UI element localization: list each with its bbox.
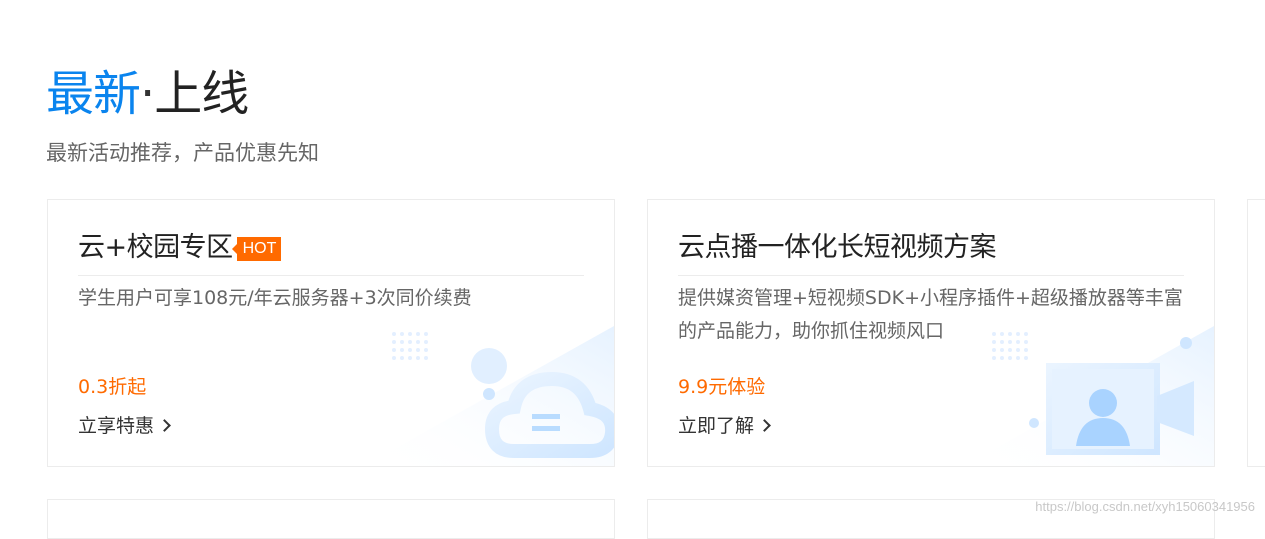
section-subtitle: 最新活动推荐，产品优惠先知	[46, 141, 319, 165]
chevron-right-icon	[158, 419, 171, 432]
card-divider	[78, 275, 584, 276]
promo-card-next-row[interactable]	[47, 499, 615, 539]
card-price: 9.9元体验	[678, 376, 766, 398]
card-link-label: 立享特惠	[78, 415, 155, 437]
card-title: 云点播一体化长短视频方案	[678, 232, 997, 263]
section-title: 最新·上线	[46, 62, 249, 126]
card-title-text: 云+校园专区	[78, 232, 233, 263]
promo-card-campus[interactable]: 云+校园专区 HOT 学生用户可享108元/年云服务器+3次同价续费 0.3折起 …	[47, 199, 615, 467]
card-price: 0.3折起	[78, 376, 147, 398]
cloud-icon	[364, 326, 614, 466]
hot-badge: HOT	[231, 237, 282, 261]
section-title-dot: ·	[140, 66, 155, 122]
promo-card-vod[interactable]: 云点播一体化长短视频方案 提供媒资管理+短视频SDK+小程序插件+超级播放器等丰…	[647, 199, 1215, 467]
section-title-accent: 最新	[46, 66, 141, 122]
card-link-button[interactable]: 立即了解	[678, 412, 771, 440]
chevron-right-icon	[758, 419, 771, 432]
section-title-rest: 上线	[154, 66, 249, 122]
card-title: 云+校园专区 HOT	[78, 229, 282, 267]
promo-card-partial[interactable]	[1247, 199, 1265, 467]
card-description: 学生用户可享108元/年云服务器+3次同价续费	[78, 287, 472, 309]
card-divider	[678, 275, 1184, 276]
card-link-label: 立即了解	[678, 415, 755, 437]
watermark: https://blog.csdn.net/xyh15060341956	[1035, 499, 1255, 514]
card-description: 提供媒资管理+短视频SDK+小程序插件+超级播放器等丰富的产品能力，助你抓住视频…	[678, 287, 1183, 342]
card-link-button[interactable]: 立享特惠	[78, 412, 171, 440]
